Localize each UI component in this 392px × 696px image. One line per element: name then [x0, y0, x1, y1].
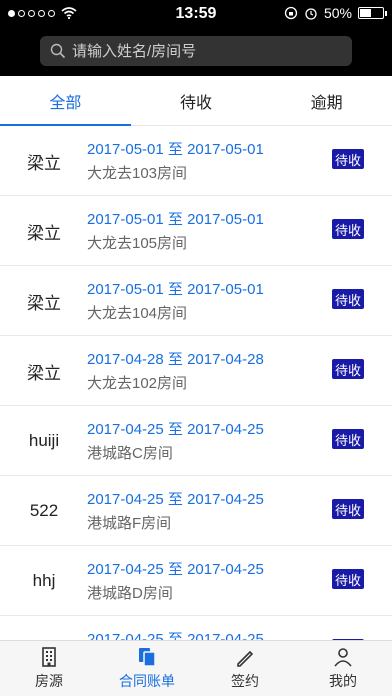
tab-overdue[interactable]: 逾期	[261, 76, 392, 125]
list-item[interactable]: 梁立 2017-04-28 至 2017-04-28 大龙去102房间 待收	[0, 336, 392, 406]
nav-listings[interactable]: 房源	[0, 641, 98, 696]
search-input[interactable]	[72, 42, 332, 60]
bottom-nav: 房源 合同账单 签约 我的	[0, 640, 392, 696]
room-name: 大龙去102房间	[87, 375, 188, 392]
tab-all[interactable]: 全部	[0, 76, 131, 126]
tenant-name: huiji	[28, 431, 60, 450]
list-item[interactable]: hhj 2017-04-25 至 2017-04-25 港城路D房间 待收	[0, 546, 392, 616]
nav-sign[interactable]: 签约	[196, 641, 294, 696]
list-item[interactable]: 梁立 2017-05-01 至 2017-05-01 大龙去104房间 待收	[0, 266, 392, 336]
list-item[interactable]: 2017-04-25 至 2017-04-25 待收	[0, 616, 392, 640]
contract-dates: 2017-04-25 至 2017-04-25	[87, 561, 264, 578]
tenant-name: hhj	[32, 571, 56, 590]
rotation-lock-icon	[284, 6, 298, 20]
nav-label: 签约	[231, 673, 259, 689]
contract-dates: 2017-04-25 至 2017-04-25	[87, 421, 264, 438]
status-badge: 待收	[332, 569, 364, 589]
status-bar: 13:59 50%	[0, 0, 392, 28]
contract-dates: 2017-04-25 至 2017-04-25	[87, 631, 264, 640]
nav-label: 我的	[329, 673, 357, 689]
list-item[interactable]: huiji 2017-04-25 至 2017-04-25 港城路C房间 待收	[0, 406, 392, 476]
contract-dates: 2017-05-01 至 2017-05-01	[87, 211, 264, 228]
contract-list: 梁立 2017-05-01 至 2017-05-01 大龙去103房间 待收 梁…	[0, 126, 392, 640]
battery-icon	[358, 7, 387, 19]
tenant-name: 梁立	[27, 363, 61, 383]
status-badge: 待收	[332, 219, 364, 239]
tenant-name: 522	[29, 501, 59, 520]
alarm-icon	[305, 8, 317, 20]
tenant-name: 梁立	[27, 293, 61, 313]
tenant-name: 梁立	[27, 223, 61, 243]
contract-dates: 2017-05-01 至 2017-05-01	[87, 141, 264, 158]
tenant-name: 梁立	[27, 153, 61, 173]
status-badge: 待收	[332, 499, 364, 519]
search-box[interactable]	[40, 36, 352, 66]
tab-pending[interactable]: 待收	[131, 76, 262, 125]
sign-icon	[237, 650, 254, 667]
room-name: 港城路C房间	[87, 445, 173, 462]
nav-label: 房源	[35, 673, 63, 689]
tenant-name	[10, 616, 78, 640]
list-item[interactable]: 梁立 2017-05-01 至 2017-05-01 大龙去103房间 待收	[0, 126, 392, 196]
user-icon	[334, 648, 352, 667]
nav-contracts[interactable]: 合同账单	[98, 641, 196, 696]
status-badge: 待收	[332, 149, 364, 169]
list-item[interactable]: 522 2017-04-25 至 2017-04-25 港城路F房间 待收	[0, 476, 392, 546]
contract-dates: 2017-05-01 至 2017-05-01	[87, 281, 264, 298]
status-badge: 待收	[332, 359, 364, 379]
room-name: 大龙去103房间	[87, 165, 188, 182]
room-name: 大龙去105房间	[87, 235, 188, 252]
status-badge: 待收	[332, 429, 364, 449]
nav-mine[interactable]: 我的	[294, 641, 392, 696]
search-header	[0, 28, 392, 76]
battery-percent: 50%	[323, 5, 352, 21]
search-icon	[50, 43, 66, 59]
status-badge: 待收	[332, 289, 364, 309]
contract-dates: 2017-04-28 至 2017-04-28	[87, 351, 264, 368]
status-right: 50%	[284, 5, 387, 21]
contract-icon	[139, 648, 156, 667]
nav-label: 合同账单	[119, 673, 175, 689]
building-icon	[42, 647, 56, 667]
list-item[interactable]: 梁立 2017-05-01 至 2017-05-01 大龙去105房间 待收	[0, 196, 392, 266]
room-name: 港城路D房间	[87, 585, 173, 602]
room-name: 大龙去104房间	[87, 305, 188, 322]
room-name: 港城路F房间	[87, 515, 172, 532]
filter-tabs: 全部 待收 逾期	[0, 76, 392, 126]
contract-dates: 2017-04-25 至 2017-04-25	[87, 491, 264, 508]
